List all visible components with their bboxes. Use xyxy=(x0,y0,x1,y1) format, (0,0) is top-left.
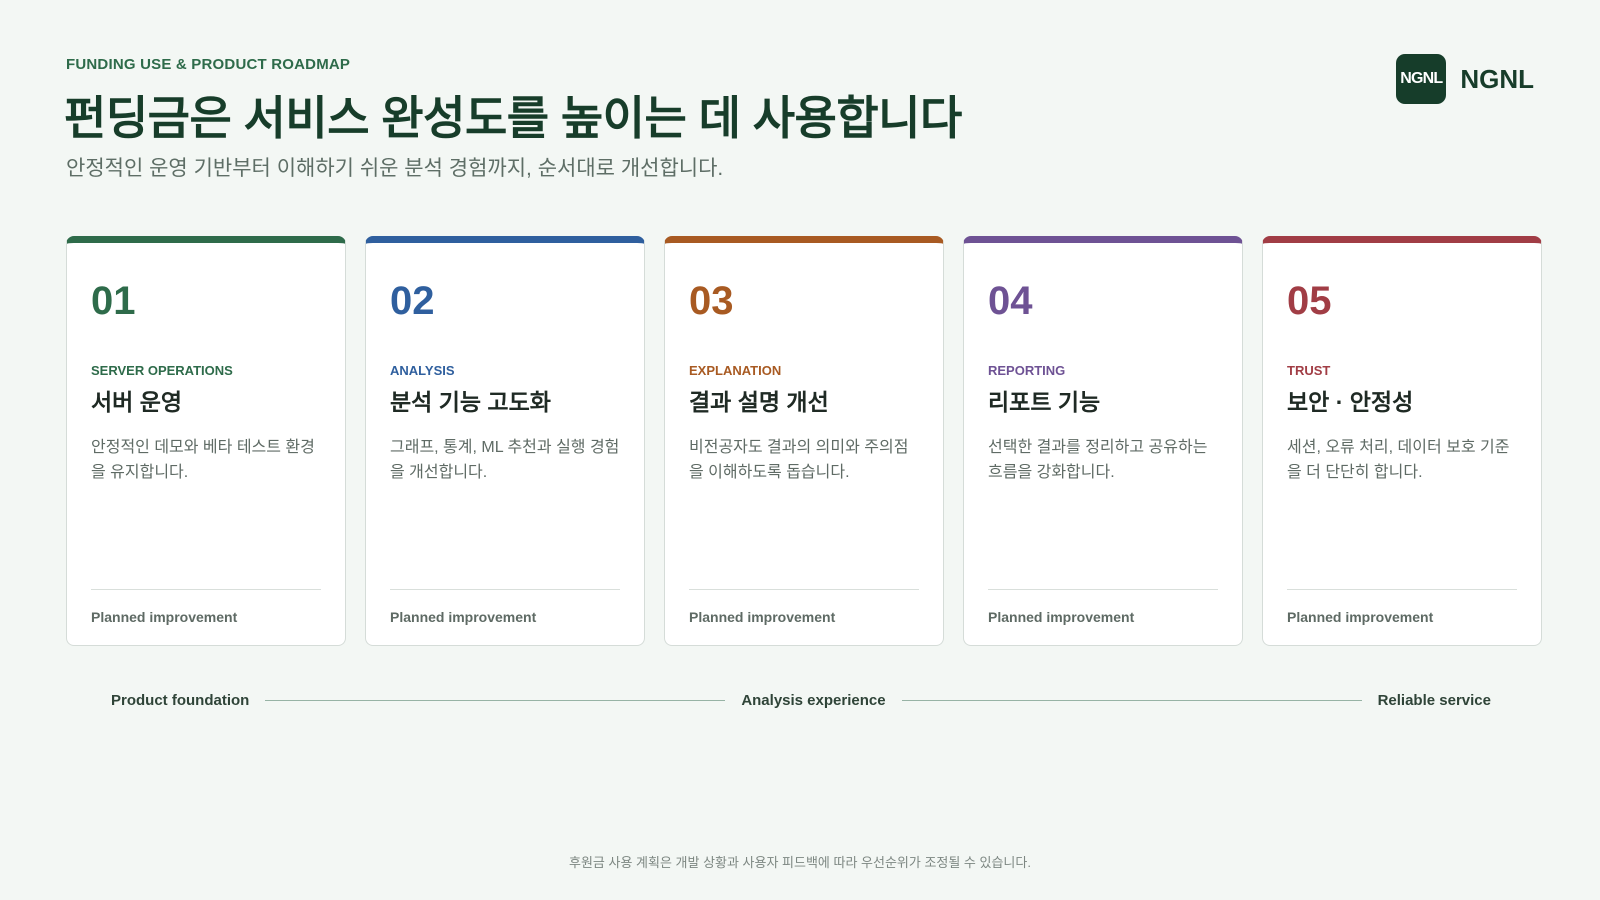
card-title: 분석 기능 고도화 xyxy=(390,389,551,415)
roadmap-card-4: 04 REPORTING 리포트 기능 선택한 결과를 정리하고 공유하는 흐름… xyxy=(963,236,1243,646)
card-number: 01 xyxy=(91,279,136,323)
roadmap-card-1: 01 SERVER OPERATIONS 서버 운영 안정적인 데모와 베타 테… xyxy=(66,236,346,646)
card-description: 안정적인 데모와 베타 테스트 환경을 유지합니다. xyxy=(91,439,315,481)
roadmap-cards: 01 SERVER OPERATIONS 서버 운영 안정적인 데모와 베타 테… xyxy=(66,236,1542,646)
card-number: 02 xyxy=(390,279,435,323)
card-title: 보안 · 안정성 xyxy=(1287,389,1414,415)
footnote: 후원금 사용 계획은 개발 상황과 사용자 피드백에 따라 우선순위가 조정될 … xyxy=(569,855,1031,870)
brand: NGNL NGNL xyxy=(1396,54,1534,104)
card-description: 그래프, 통계, ML 추천과 실행 경험을 개선합니다. xyxy=(390,439,620,481)
timeline-line xyxy=(901,700,1362,701)
card-category: EXPLANATION xyxy=(689,363,782,378)
card-divider xyxy=(988,589,1218,590)
eyebrow-label: FUNDING USE & PRODUCT ROADMAP xyxy=(66,56,351,73)
card-title: 결과 설명 개선 xyxy=(689,389,829,415)
card-number: 03 xyxy=(689,279,734,323)
card-title: 서버 운영 xyxy=(91,389,183,415)
card-description: 세션, 오류 처리, 데이터 보호 기준을 더 단단히 합니다. xyxy=(1287,439,1510,481)
card-category: TRUST xyxy=(1287,363,1331,378)
page-subtitle: 안정적인 운영 기반부터 이해하기 쉬운 분석 경험까지, 순서대로 개선합니다… xyxy=(66,157,724,180)
card-status: Planned improvement xyxy=(689,609,836,625)
card-category: SERVER OPERATIONS xyxy=(91,363,233,378)
roadmap-card-2: 02 ANALYSIS 분석 기능 고도화 그래프, 통계, ML 추천과 실행… xyxy=(365,236,645,646)
timeline-start-label: Product foundation xyxy=(111,692,250,709)
roadmap-card-5: 05 TRUST 보안 · 안정성 세션, 오류 처리, 데이터 보호 기준을 … xyxy=(1262,236,1542,646)
card-number: 05 xyxy=(1287,279,1332,323)
card-description: 비전공자도 결과의 의미와 주의점을 이해하도록 돕습니다. xyxy=(689,439,909,481)
card-category: REPORTING xyxy=(988,363,1066,378)
card-status: Planned improvement xyxy=(1287,609,1434,625)
card-description: 선택한 결과를 정리하고 공유하는 흐름을 강화합니다. xyxy=(988,439,1208,481)
card-category: ANALYSIS xyxy=(390,363,455,378)
roadmap-timeline: Product foundation Analysis experience R… xyxy=(111,692,1491,709)
card-divider xyxy=(689,589,919,590)
roadmap-card-3: 03 EXPLANATION 결과 설명 개선 비전공자도 결과의 의미와 주의… xyxy=(664,236,944,646)
timeline-line xyxy=(265,700,726,701)
timeline-end-label: Reliable service xyxy=(1377,692,1491,709)
card-title: 리포트 기능 xyxy=(988,389,1101,415)
page-title: 펀딩금은 서비스 완성도를 높이는 데 사용합니다 xyxy=(64,92,962,144)
timeline-middle-label: Analysis experience xyxy=(741,692,886,709)
card-number: 04 xyxy=(988,279,1033,323)
card-status: Planned improvement xyxy=(390,609,537,625)
card-divider xyxy=(91,589,321,590)
brand-logo: NGNL xyxy=(1396,54,1447,104)
brand-name: NGNL xyxy=(1460,63,1534,94)
card-status: Planned improvement xyxy=(91,609,238,625)
card-divider xyxy=(390,589,620,590)
card-divider xyxy=(1287,589,1517,590)
card-status: Planned improvement xyxy=(988,609,1135,625)
